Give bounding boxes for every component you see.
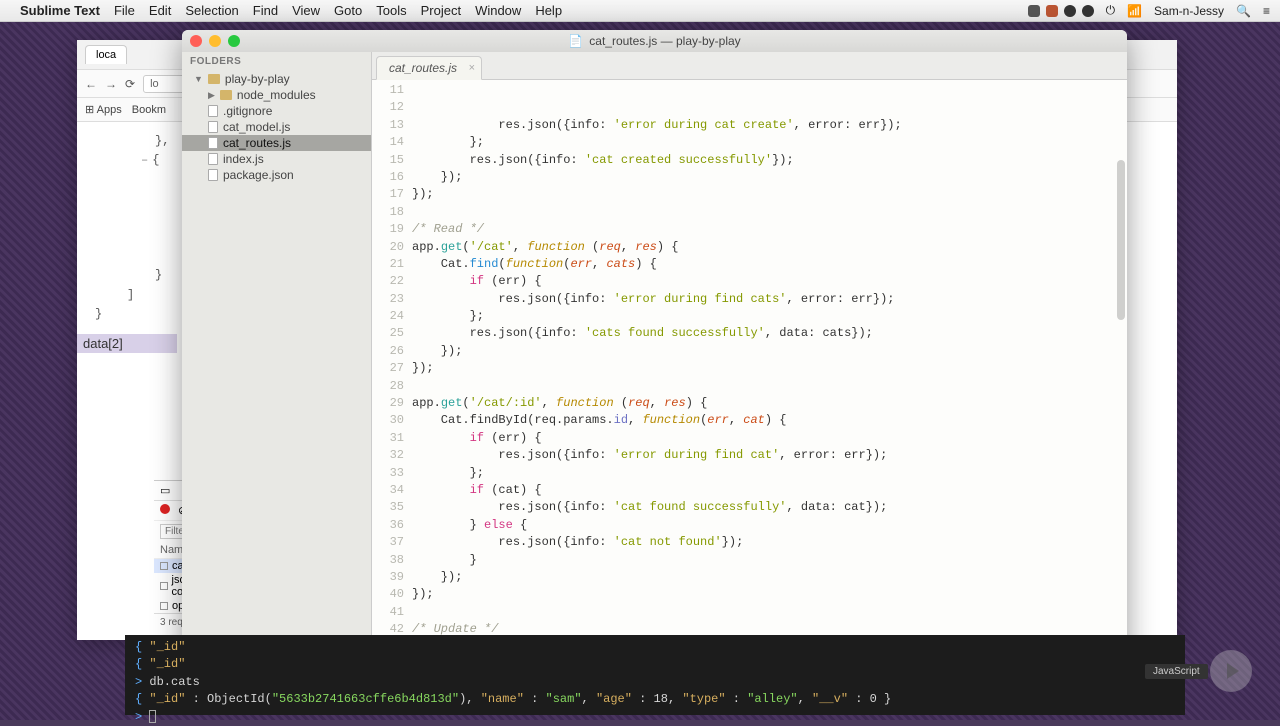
file-icon (208, 169, 218, 181)
browser-tab[interactable]: loca (85, 45, 127, 64)
sublime-window: 📄 cat_routes.js — play-by-play FOLDERS ▼p… (182, 30, 1127, 672)
line-gutter: 1112131415161718192021222324252627282930… (372, 80, 412, 652)
vertical-scrollbar[interactable] (1117, 160, 1125, 320)
folder-icon (220, 90, 232, 100)
file-icon (208, 121, 218, 133)
forward-button[interactable]: → (105, 77, 117, 91)
app-name[interactable]: Sublime Text (20, 3, 100, 18)
notification-center-icon[interactable]: ≡ (1263, 4, 1270, 18)
spotlight-icon[interactable]: 🔍 (1236, 4, 1251, 18)
tab-bar: cat_routes.js× (372, 52, 1127, 80)
window-zoom-icon[interactable] (228, 35, 240, 47)
menu-file[interactable]: File (114, 3, 135, 18)
menu-tools[interactable]: Tools (376, 3, 406, 18)
apps-shortcut[interactable]: ⊞ Apps (85, 103, 122, 116)
menu-edit[interactable]: Edit (149, 3, 171, 18)
sidebar-file[interactable]: cat_model.js (182, 119, 371, 135)
code-area[interactable]: 1112131415161718192021222324252627282930… (372, 80, 1127, 652)
js-badge: JavaScript (1145, 664, 1208, 679)
menu-view[interactable]: View (292, 3, 320, 18)
json-path-indicator: data[2] (77, 334, 177, 353)
sidebar-folder[interactable]: ▶node_modules (182, 87, 371, 103)
menubar-indicator-icon[interactable] (1082, 5, 1094, 17)
back-button[interactable]: ← (85, 77, 97, 91)
code-content[interactable]: res.json({info: 'error during cat create… (412, 80, 1127, 652)
file-icon: 📄 (568, 34, 583, 48)
mac-menubar: Sublime Text File Edit Selection Find Vi… (0, 0, 1280, 22)
sidebar-folder-root[interactable]: ▼play-by-play (182, 71, 371, 87)
menubar-user[interactable]: Sam-n-Jessy (1154, 4, 1224, 18)
file-icon (208, 105, 218, 117)
menubar-icon[interactable]: ⏻ (1106, 3, 1116, 18)
sublime-titlebar[interactable]: 📄 cat_routes.js — play-by-play (182, 30, 1127, 52)
sidebar-file-selected[interactable]: cat_routes.js (182, 135, 371, 151)
menu-find[interactable]: Find (253, 3, 278, 18)
menu-window[interactable]: Window (475, 3, 521, 18)
window-title: cat_routes.js — play-by-play (589, 34, 740, 48)
file-icon (208, 137, 218, 149)
editor-tab[interactable]: cat_routes.js× (376, 56, 482, 80)
menu-help[interactable]: Help (535, 3, 562, 18)
menu-selection[interactable]: Selection (185, 3, 238, 18)
menubar-indicator-icon[interactable] (1064, 5, 1076, 17)
folder-icon (208, 74, 220, 84)
sidebar-file[interactable]: package.json (182, 167, 371, 183)
menu-goto[interactable]: Goto (334, 3, 362, 18)
sidebar-file[interactable]: index.js (182, 151, 371, 167)
device-mode-icon[interactable]: ▭ (160, 484, 170, 497)
window-minimize-icon[interactable] (209, 35, 221, 47)
terminal-window[interactable]: { "_id" { "_id" > db.cats { "_id" : Obje… (125, 635, 1185, 715)
sidebar-file[interactable]: .gitignore (182, 103, 371, 119)
window-close-icon[interactable] (190, 35, 202, 47)
menu-project[interactable]: Project (421, 3, 461, 18)
record-icon[interactable] (160, 504, 170, 514)
bookmark-item[interactable]: Bookm (132, 104, 166, 116)
menubar-indicator-icon[interactable] (1046, 5, 1058, 17)
sidebar-header: FOLDERS (182, 52, 371, 71)
file-icon (208, 153, 218, 165)
wifi-icon[interactable]: 📶 (1127, 4, 1142, 18)
play-button[interactable] (1210, 650, 1252, 692)
reload-button[interactable]: ⟳ (125, 77, 135, 91)
editor-pane: cat_routes.js× 1112131415161718192021222… (372, 52, 1127, 672)
menubar-indicator-icon[interactable] (1028, 5, 1040, 17)
tab-close-icon[interactable]: × (469, 62, 475, 74)
sidebar: FOLDERS ▼play-by-play ▶node_modules .git… (182, 52, 372, 672)
